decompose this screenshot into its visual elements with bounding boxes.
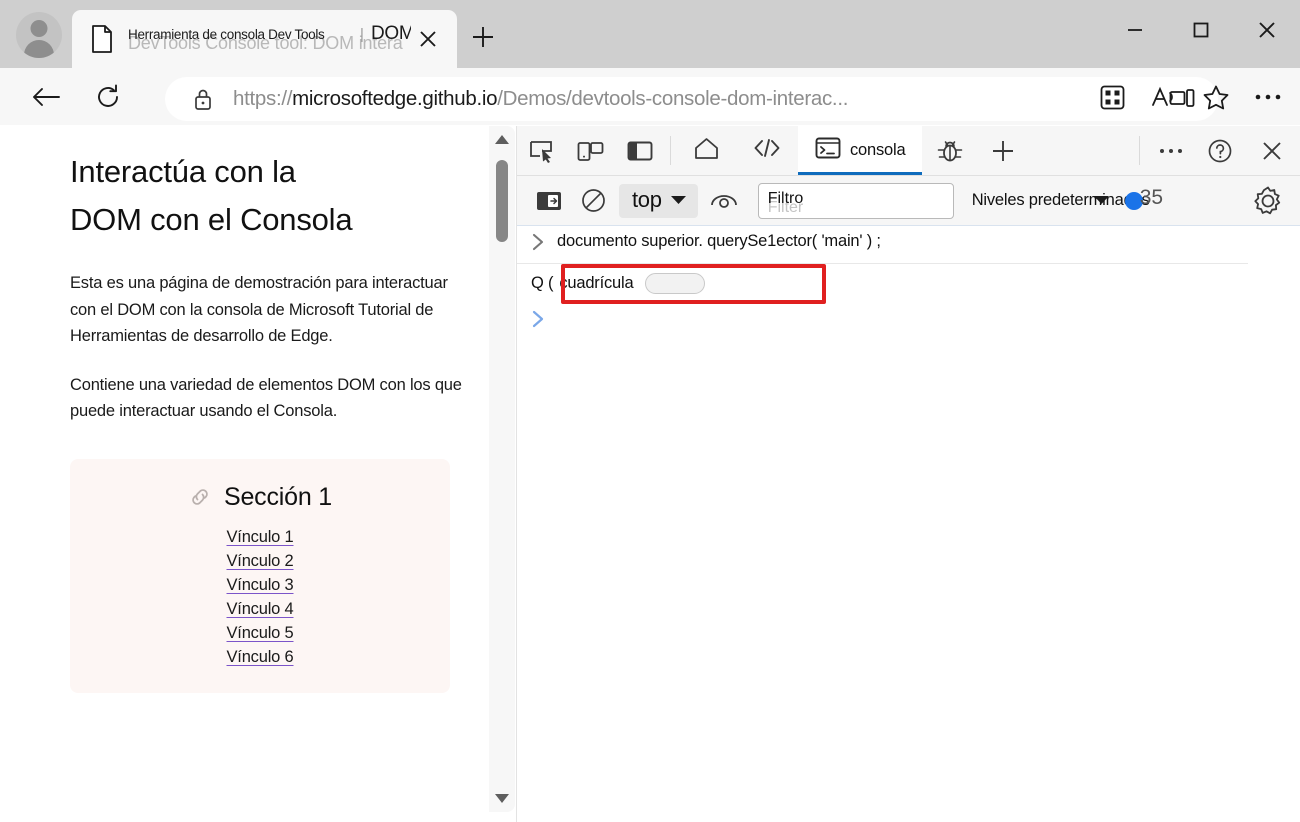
list-item[interactable]: Vínculo 2 — [227, 552, 294, 571]
log-levels-selector[interactable]: Niveles predeterminados 35 — [971, 186, 1163, 211]
page-title: Interactúa con la DOM con el Consola — [70, 154, 353, 237]
console-result-row[interactable]: Q ( cuadrícula — [517, 264, 1248, 304]
close-icon[interactable] — [411, 22, 445, 56]
tab-welcome[interactable] — [677, 126, 736, 175]
console-toolbar: top Filter Filtro Niveles predeterminado… — [517, 176, 1300, 226]
console-command-row[interactable]: documento superior. querySe1ector( 'main… — [517, 226, 1248, 264]
chevron-right-icon — [531, 232, 557, 256]
issues-count: 35 — [1139, 186, 1164, 209]
avatar — [16, 12, 62, 58]
favorite-star-icon[interactable] — [1190, 75, 1242, 119]
refresh-button[interactable] — [84, 75, 132, 119]
lock-icon[interactable] — [191, 87, 215, 111]
scrollbar-thumb[interactable] — [496, 160, 508, 242]
filter-value: Filtro — [767, 189, 804, 207]
execution-context-selector[interactable]: top — [619, 183, 698, 218]
tab-elements[interactable] — [736, 126, 798, 175]
divider — [670, 136, 671, 165]
execution-context-label: top — [632, 186, 662, 212]
prompt-chevron-icon — [531, 309, 557, 333]
minimize-button[interactable] — [1102, 0, 1168, 60]
chevron-down-icon — [670, 195, 686, 204]
section-heading: Sección 1 — [70, 483, 450, 512]
console-result-prefix: Q ( — [531, 274, 554, 292]
maximize-button[interactable] — [1168, 0, 1234, 60]
dock-side-icon[interactable] — [615, 126, 664, 175]
tab-title-separator: | — [360, 26, 364, 43]
grid-badge[interactable] — [645, 273, 706, 294]
edge-browser-window: DevTools Console tool: DOM intera Herram… — [0, 0, 1300, 822]
title-bar: DevTools Console tool: DOM intera Herram… — [0, 0, 1300, 68]
tab-console[interactable]: consola — [798, 126, 923, 175]
list-item[interactable]: Vínculo 3 — [227, 576, 294, 595]
console-result-text: cuadrícula — [559, 274, 634, 292]
devtools-right-tools — [1133, 126, 1300, 175]
browser-tab[interactable]: DevTools Console tool: DOM intera Herram… — [72, 10, 457, 68]
list-item[interactable]: Vínculo 5 — [227, 624, 294, 643]
devtools-tab-bar: consola — [517, 126, 1300, 176]
log-levels-label: Niveles predeterminados — [971, 191, 1150, 209]
list-item[interactable]: Vínculo 6 — [227, 648, 294, 667]
console-prompt-row[interactable] — [517, 303, 1300, 333]
search-input[interactable]: Filter Filtro — [757, 182, 954, 219]
more-tools-icon[interactable] — [1146, 126, 1195, 175]
list-item[interactable]: Vínculo 4 — [227, 600, 294, 619]
chevron-down-icon — [1093, 193, 1110, 211]
browser-toolbar-icons — [1086, 75, 1294, 119]
scrollbar-track[interactable] — [489, 152, 515, 786]
scroll-up-icon[interactable] — [489, 126, 515, 152]
device-emulation-icon[interactable] — [566, 126, 615, 175]
elements-code-icon — [753, 137, 781, 164]
link-anchor-icon[interactable] — [188, 485, 212, 509]
divider — [1139, 136, 1140, 165]
home-icon — [694, 137, 719, 165]
page-scrollbar[interactable] — [489, 126, 515, 812]
list-item[interactable]: Vínculo 1 — [227, 528, 294, 547]
gear-icon[interactable] — [1250, 183, 1286, 219]
inspect-element-icon[interactable] — [517, 126, 566, 175]
console-sidebar-icon[interactable] — [527, 183, 571, 219]
devtools-panel: consola top Filter Filtro Niveles predet… — [516, 126, 1300, 822]
clear-console-icon[interactable] — [571, 183, 615, 219]
issues-bug-icon[interactable] — [922, 126, 978, 175]
help-question-icon[interactable] — [1195, 126, 1244, 175]
close-devtools-icon[interactable] — [1244, 126, 1300, 175]
window-controls — [1102, 0, 1300, 60]
url-bar[interactable]: https://microsoftedge.github.io/Demos/de… — [165, 77, 1218, 121]
page-viewport: Interactúa con la DOM con el Consola Est… — [10, 126, 515, 812]
url-text: https://microsoftedge.github.io/Demos/de… — [233, 87, 1160, 111]
new-tab-button[interactable] — [462, 16, 504, 58]
back-button[interactable] — [22, 75, 70, 119]
settings-more-icon[interactable] — [1242, 75, 1294, 119]
console-output: documento superior. querySe1ector( 'main… — [517, 226, 1300, 822]
tab-title-translated: Herramienta de consola Dev Tools — [128, 27, 325, 42]
console-terminal-icon — [815, 137, 841, 164]
tab-title: DevTools Console tool: DOM intera Herram… — [128, 22, 411, 56]
profile-button[interactable] — [8, 6, 70, 64]
add-tool-plus-icon[interactable] — [978, 126, 1027, 175]
document-icon — [90, 25, 114, 53]
tab-console-label: consola — [850, 141, 906, 159]
section-card: Sección 1 Vínculo 1 Vínculo 2 Vínculo 3 … — [70, 458, 450, 693]
address-bar: https://microsoftedge.github.io/Demos/de… — [0, 68, 1300, 125]
console-command-text: documento superior. querySe1ector( 'main… — [557, 232, 881, 250]
browser-essentials-icon[interactable] — [1086, 75, 1138, 119]
page-paragraph-2: Contiene una variedad de elementos DOM c… — [70, 375, 462, 421]
page-paragraph-1: Esta es una página de demostración para … — [70, 274, 448, 345]
eye-icon[interactable] — [702, 183, 746, 219]
url-scheme: https:// — [233, 87, 293, 110]
url-host: microsoftedge.github.io — [292, 87, 498, 110]
section-link-list: Vínculo 1 Vínculo 2 Vínculo 3 Vínculo 4 … — [70, 528, 450, 667]
close-window-button[interactable] — [1234, 0, 1300, 60]
tab-title-translated-2: DOM intel — [371, 23, 411, 44]
scroll-down-icon[interactable] — [489, 786, 515, 812]
url-path: /Demos/devtools-console-dom-interac... — [497, 87, 849, 110]
section-title: Sección 1 — [224, 482, 332, 511]
read-aloud-icon[interactable] — [1138, 75, 1190, 119]
